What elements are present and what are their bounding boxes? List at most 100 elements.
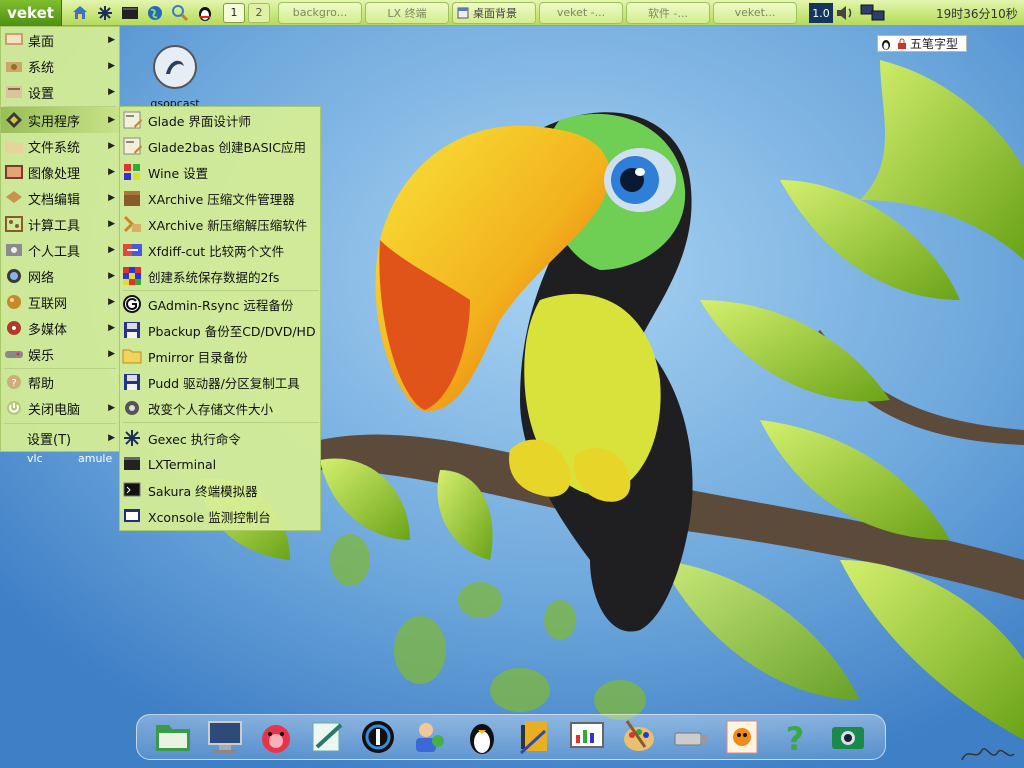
menu-item-games[interactable]: 娱乐 ▶ <box>1 341 119 367</box>
submenu-item-label: Gexec 执行命令 <box>148 431 241 447</box>
submenu-item-label: Xconsole 监测控制台 <box>148 509 271 525</box>
menu-item-settings[interactable]: 设置 ▶ <box>1 79 119 105</box>
notebook-icon[interactable] <box>515 717 555 757</box>
menu-item-internet[interactable]: 互联网 ▶ <box>1 289 119 315</box>
submenu-item-pmirror[interactable]: Pmirror 目录备份 <box>120 343 320 369</box>
submenu-item-resize-storage[interactable]: 改变个人存储文件大小 <box>120 395 320 421</box>
cpu-meter[interactable]: 1.0 <box>809 3 833 23</box>
console-icon <box>124 509 140 522</box>
desktop-icon-qsopcast[interactable]: qsopcast <box>143 44 207 110</box>
task-veket-2[interactable]: veket... <box>713 1 797 24</box>
submenu-arrow-icon: ▶ <box>108 323 115 333</box>
menu-item-documents[interactable]: 文档编辑 ▶ <box>1 185 119 211</box>
terminal-icon[interactable] <box>118 2 142 24</box>
menu-item-label: 文档编辑 <box>28 192 81 208</box>
asterisk-icon[interactable] <box>93 2 117 24</box>
menu-item-help[interactable]: ? 帮助 <box>1 369 119 395</box>
menu-item-utilities[interactable]: 实用程序 ▶ <box>1 107 119 133</box>
submenu-arrow-icon: ▶ <box>108 61 115 71</box>
file-manager-icon[interactable] <box>153 717 193 757</box>
submenu-item-label: 创建系统保存数据的2fs <box>148 269 280 285</box>
floppy-icon <box>124 322 140 338</box>
game-card-icon[interactable] <box>722 717 762 757</box>
qq-penguin-icon[interactable] <box>193 2 217 24</box>
submenu-item-label: LXTerminal <box>148 456 217 472</box>
submenu-item-gexec[interactable]: Gexec 执行命令 <box>120 425 320 451</box>
network-icon[interactable] <box>859 2 887 24</box>
glade2bas-icon <box>123 137 142 155</box>
submenu-item-xarchive[interactable]: XArchive 压缩文件管理器 <box>120 185 320 211</box>
menu-item-label: 网络 <box>28 270 55 286</box>
media-player-icon[interactable] <box>358 717 398 757</box>
menu-item-label: 互联网 <box>28 296 68 312</box>
menu-item-shutdown[interactable]: 关闭电脑 ▶ <box>1 395 119 421</box>
task-veket-1[interactable]: veket -... <box>539 1 623 24</box>
submenu-arrow-icon: ▶ <box>108 115 115 125</box>
menu-item-settings-t[interactable]: 设置(T) ▶ <box>1 425 119 451</box>
menu-item-label: 多媒体 <box>28 322 68 338</box>
help-icon[interactable]: ? <box>775 717 815 758</box>
penguin-icon[interactable] <box>462 717 502 757</box>
input-method-indicator[interactable]: 五笔字型 <box>877 35 967 52</box>
submenu-item-lxterminal[interactable]: LXTerminal <box>120 451 320 477</box>
dock <box>136 714 886 760</box>
desktop-icon-vlc[interactable]: vlc <box>27 452 43 465</box>
text-editor-icon[interactable] <box>307 717 347 757</box>
submenu-item-gadmin-rsync[interactable]: GAdmin-Rsync 远程备份 <box>120 291 320 317</box>
paint-palette-icon[interactable] <box>619 717 659 757</box>
menu-item-filesystem[interactable]: 文件系统 ▶ <box>1 133 119 159</box>
menu-item-personal[interactable]: 个人工具 ▶ <box>1 237 119 263</box>
task-desktop-background[interactable]: 桌面背景 <box>452 1 536 24</box>
workspace-1[interactable]: 1 <box>223 2 245 23</box>
volume-icon[interactable] <box>834 3 856 23</box>
task-software[interactable]: 软件 -... <box>626 1 710 24</box>
usb-drive-icon[interactable] <box>670 717 710 757</box>
menu-item-calculation[interactable]: 计算工具 ▶ <box>1 211 119 237</box>
submenu-item-2fs[interactable]: 创建系统保存数据的2fs <box>120 263 320 289</box>
artist-signature <box>961 748 1015 761</box>
camera-icon[interactable] <box>828 717 868 757</box>
globe-icon[interactable] <box>143 2 167 24</box>
desktop-icon-amule[interactable]: amule <box>78 452 112 465</box>
monitor-icon[interactable] <box>205 717 245 757</box>
terminal-icon <box>124 457 140 470</box>
internet-icon <box>7 295 21 309</box>
lock-icon <box>898 38 906 49</box>
menu-item-graphics[interactable]: 图像处理 ▶ <box>1 159 119 185</box>
submenu-item-glade2bas[interactable]: Glade2bas 创建BASIC应用 <box>120 133 320 159</box>
start-button[interactable]: veket <box>0 0 62 26</box>
submenu-arrow-icon: ▶ <box>108 141 115 151</box>
user-accounts-icon[interactable] <box>410 717 450 757</box>
submenu-item-xarchive-new[interactable]: XArchive 新压缩解压缩软件 <box>120 211 320 237</box>
home-icon[interactable] <box>68 2 92 24</box>
submenu-item-xconsole[interactable]: Xconsole 监测控制台 <box>120 503 320 529</box>
menu-item-system[interactable]: 系统 ▶ <box>1 53 119 79</box>
utilities-icon <box>6 112 22 128</box>
presentation-icon[interactable] <box>567 717 607 757</box>
menu-separator <box>4 423 116 424</box>
submenu-item-xfdiff[interactable]: Xfdiff-cut 比较两个文件 <box>120 237 320 263</box>
menu-item-label: 图像处理 <box>28 166 81 182</box>
submenu-item-label: Glade2bas 创建BASIC应用 <box>148 139 306 155</box>
menu-item-label: 设置(T) <box>27 432 72 448</box>
submenu-item-label: 改变个人存储文件大小 <box>148 401 274 417</box>
clock[interactable]: 19时36分10秒 <box>936 5 1018 22</box>
workspace-2[interactable]: 2 <box>248 2 270 23</box>
submenu-item-wine[interactable]: Wine 设置 <box>120 159 320 185</box>
menu-item-desktop[interactable]: 桌面 ▶ <box>1 27 119 53</box>
submenu-item-pbackup[interactable]: Pbackup 备份至CD/DVD/HD <box>120 317 320 343</box>
menu-item-label: 文件系统 <box>28 140 81 156</box>
submenu-item-sakura[interactable]: Sakura 终端模拟器 <box>120 477 320 503</box>
floppy-icon <box>124 374 140 390</box>
pig-mascot-icon[interactable] <box>256 717 296 757</box>
input-method-label: 五笔字型 <box>910 37 959 51</box>
search-icon[interactable] <box>168 2 192 24</box>
submenu-item-glade[interactable]: Glade 界面设计师 <box>120 107 320 133</box>
task-background[interactable]: backgro... <box>278 1 362 24</box>
menu-item-network[interactable]: 网络 ▶ <box>1 263 119 289</box>
submenu-item-label: Pbackup 备份至CD/DVD/HD <box>148 323 316 339</box>
menu-item-multimedia[interactable]: 多媒体 ▶ <box>1 315 119 341</box>
task-lx-terminal[interactable]: LX 终端 <box>365 1 449 24</box>
archiver-icon <box>123 215 141 233</box>
submenu-item-pudd[interactable]: Pudd 驱动器/分区复制工具 <box>120 369 320 395</box>
